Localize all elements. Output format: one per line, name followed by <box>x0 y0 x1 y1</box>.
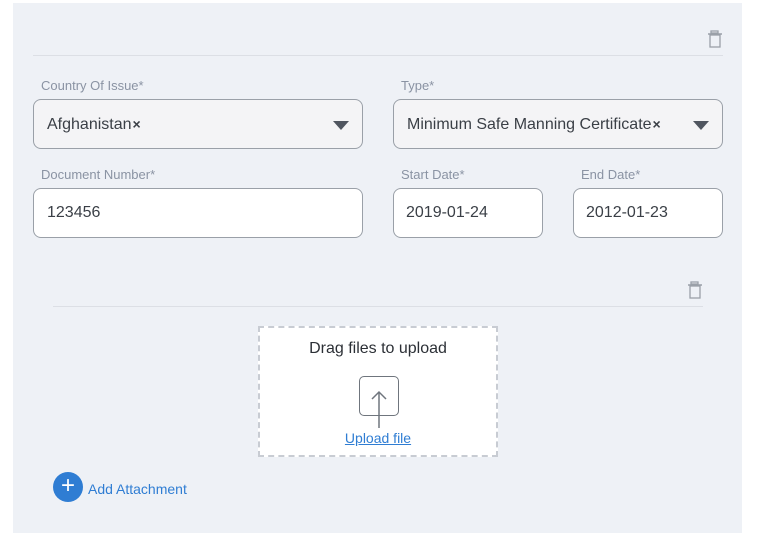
delete-document-button[interactable] <box>707 30 723 48</box>
type-select[interactable]: Minimum Safe Manning Certificate× <box>393 99 723 149</box>
start-date-input[interactable]: 2019-01-24 <box>393 188 543 238</box>
end-date-label: End Date* <box>581 167 641 182</box>
attachment-divider <box>53 306 703 307</box>
chevron-down-icon[interactable] <box>333 121 349 130</box>
dropzone-text: Drag files to upload <box>309 340 447 357</box>
upload-file-link[interactable]: Upload file <box>260 430 496 446</box>
plus-icon[interactable]: + <box>53 472 83 502</box>
file-dropzone[interactable]: Drag files to upload Upload file <box>258 326 498 457</box>
clear-country-button[interactable]: × <box>133 116 141 132</box>
trash-icon <box>708 30 722 48</box>
country-select[interactable]: Afghanistan× <box>33 99 363 149</box>
document-number-input[interactable]: 123456 <box>33 188 363 238</box>
end-date-value: 2012-01-23 <box>586 204 668 221</box>
country-value: Afghanistan <box>47 116 132 133</box>
delete-attachment-button[interactable] <box>687 281 703 299</box>
country-label: Country Of Issue* <box>41 78 144 93</box>
type-label: Type* <box>401 78 435 93</box>
clear-type-button[interactable]: × <box>653 116 661 132</box>
end-date-input[interactable]: 2012-01-23 <box>573 188 723 238</box>
type-value: Minimum Safe Manning Certificate <box>407 116 652 133</box>
start-date-value: 2019-01-24 <box>406 204 488 221</box>
upload-icon <box>359 376 399 428</box>
document-number-value: 123456 <box>47 204 101 221</box>
trash-icon <box>688 281 702 299</box>
chevron-down-icon[interactable] <box>693 121 709 130</box>
document-number-label: Document Number* <box>41 167 156 182</box>
section-divider <box>33 55 723 56</box>
start-date-label: Start Date* <box>401 167 465 182</box>
add-attachment-link[interactable]: Add Attachment <box>88 481 187 497</box>
